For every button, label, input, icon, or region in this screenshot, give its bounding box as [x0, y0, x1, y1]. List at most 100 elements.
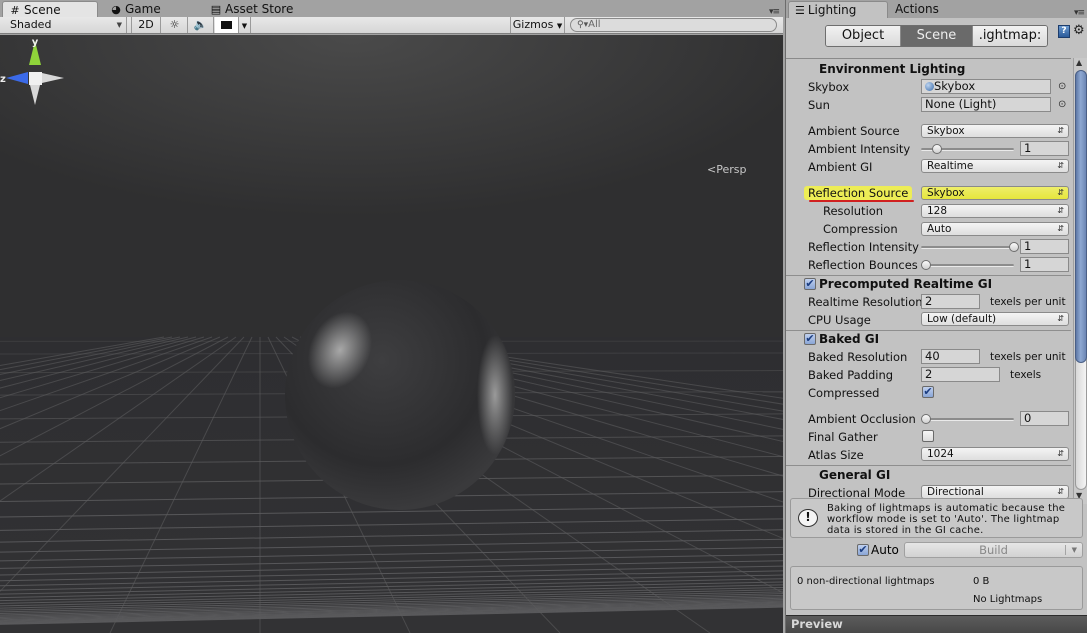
- divider: [786, 275, 1071, 276]
- help-book-icon[interactable]: ?: [1058, 25, 1070, 38]
- updown-arrows-icon: ⇵: [1057, 487, 1064, 496]
- compression-dropdown[interactable]: Auto ⇵: [921, 222, 1069, 236]
- final-gather-checkbox[interactable]: [922, 430, 934, 442]
- slider-thumb[interactable]: [921, 260, 931, 270]
- lighting-body: Object Scene .ightmap: ? ⚙ Environment L…: [786, 18, 1087, 633]
- resolution-dropdown[interactable]: 128 ⇵: [921, 204, 1069, 218]
- effects-toggle-button[interactable]: [215, 17, 239, 33]
- sun-icon: ☼: [169, 18, 180, 31]
- lightmaps-summary: 0 non-directional lightmaps 0 B No Light…: [790, 566, 1083, 610]
- shopping-bag-icon: ▤: [210, 3, 222, 16]
- perspective-icon: <: [707, 163, 717, 176]
- reflection-source-dropdown[interactable]: Skybox ⇵: [921, 186, 1069, 200]
- cpu-usage-row: CPU Usage Low (default) ⇵: [786, 311, 1071, 329]
- orientation-gizmo[interactable]: y z: [0, 35, 70, 115]
- ambient-occlusion-row: Ambient Occlusion 0: [786, 410, 1071, 428]
- neg-x-axis-cone[interactable]: [42, 73, 64, 83]
- effects-dropdown[interactable]: ▼: [239, 17, 251, 33]
- ambient-occlusion-input[interactable]: 0: [1020, 411, 1069, 426]
- gear-icon[interactable]: ⚙: [1073, 23, 1085, 38]
- atlas-size-row: Atlas Size 1024 ⇵: [786, 446, 1071, 464]
- directional-mode-dropdown[interactable]: Directional ⇵: [921, 485, 1069, 499]
- center-cube[interactable]: [29, 72, 42, 85]
- baked-padding-input[interactable]: 2: [921, 367, 1000, 382]
- atlas-size-dropdown[interactable]: 1024 ⇵: [921, 447, 1069, 461]
- ambient-intensity-input[interactable]: 1: [1020, 141, 1069, 156]
- reflection-bounces-slider[interactable]: [921, 264, 1014, 267]
- info-helpbox: ! Baking of lightmaps is automatic becau…: [790, 498, 1083, 538]
- lightmap-count: 0 non-directional lightmaps: [797, 576, 935, 587]
- neg-y-axis-cone[interactable]: [30, 85, 40, 105]
- lighting-window: ☰ Lighting Actions ▾≡ Object Scene .ightm…: [785, 0, 1087, 633]
- audio-toggle-button[interactable]: 🔈: [188, 17, 214, 33]
- panel-menu-icon[interactable]: ▾≡: [769, 7, 780, 17]
- reflection-bounces-input[interactable]: 1: [1020, 257, 1069, 272]
- scroll-thumb[interactable]: [1075, 70, 1087, 363]
- object-picker-icon[interactable]: ⊙: [1058, 99, 1066, 110]
- precomputed-gi-checkbox[interactable]: ✔: [804, 278, 816, 290]
- lighting-toggle-button[interactable]: ☼: [162, 17, 188, 33]
- preview-header[interactable]: Preview: [786, 615, 1087, 633]
- precomputed-gi-header: Precomputed Realtime GI: [819, 277, 993, 291]
- slider-thumb[interactable]: [932, 144, 942, 154]
- segment-scene[interactable]: Scene: [901, 26, 973, 46]
- 2d-toggle-button[interactable]: 2D: [131, 17, 161, 33]
- auto-checkbox[interactable]: ✔: [857, 544, 869, 556]
- skybox-field[interactable]: Skybox: [921, 79, 1051, 94]
- scene-viewport[interactable]: y z <Persp: [0, 35, 783, 633]
- divider: [786, 330, 1071, 331]
- info-message: Baking of lightmaps is automatic because…: [827, 503, 1066, 536]
- divider: [1065, 545, 1066, 555]
- scene-toolbar: Shaded ▼ 2D ☼ 🔈 ▼ Gizmos ▼ ⚲▾All: [0, 17, 783, 34]
- realtime-resolution-input[interactable]: 2: [921, 294, 980, 309]
- ambient-source-dropdown[interactable]: Skybox ⇵: [921, 124, 1069, 138]
- slider-thumb[interactable]: [921, 414, 931, 424]
- chevron-down-icon: ▼: [116, 21, 122, 29]
- ambient-intensity-row: Ambient Intensity 1: [786, 140, 1071, 158]
- reflection-intensity-input[interactable]: 1: [1020, 239, 1069, 254]
- realtime-resolution-row: Realtime Resolution 2 texels per unit: [808, 294, 1066, 309]
- compressed-checkbox[interactable]: ✔: [922, 386, 934, 398]
- material-sphere-icon: [925, 82, 934, 91]
- tab-game[interactable]: ◕ Game: [104, 1, 167, 17]
- projection-toggle[interactable]: <Persp: [707, 163, 746, 176]
- scene-render: [0, 35, 783, 633]
- pacman-icon: ◕: [111, 3, 121, 16]
- cpu-usage-dropdown[interactable]: Low (default) ⇵: [921, 312, 1069, 326]
- scene-window: # Scene ◕ Game ▤ Asset Store ▾≡ Shaded ▼ 2D…: [0, 0, 783, 633]
- sun-field[interactable]: None (Light): [921, 97, 1051, 112]
- baked-resolution-input[interactable]: 40: [921, 349, 980, 364]
- tab-scene[interactable]: # Scene: [2, 1, 98, 17]
- ambient-gi-dropdown[interactable]: Realtime ⇵: [921, 159, 1069, 173]
- mode-segmented-control: Object Scene .ightmap:: [825, 25, 1048, 47]
- segment-lightmaps[interactable]: .ightmap:: [973, 26, 1047, 46]
- slider-thumb[interactable]: [1009, 242, 1019, 252]
- final-gather-row: Final Gather: [786, 428, 1071, 446]
- auto-label: Auto: [871, 543, 899, 557]
- updown-arrows-icon: ⇵: [1057, 206, 1064, 215]
- draw-mode-dropdown[interactable]: Shaded ▼: [0, 17, 127, 33]
- tab-actions[interactable]: Actions: [889, 1, 945, 18]
- properties-scrollbar[interactable]: ▲ ▼: [1073, 58, 1087, 504]
- scene-search-input[interactable]: ⚲▾All: [570, 18, 777, 32]
- build-button[interactable]: Build ▼: [904, 542, 1083, 558]
- gizmos-dropdown[interactable]: Gizmos ▼: [510, 17, 565, 33]
- updown-arrows-icon: ⇵: [1057, 126, 1064, 135]
- chevron-down-icon[interactable]: ▼: [1072, 543, 1077, 557]
- ambient-gi-row: Ambient GI Realtime ⇵: [786, 158, 1071, 176]
- reflection-intensity-slider[interactable]: [921, 246, 1014, 249]
- divider: [786, 465, 1071, 466]
- z-axis-cone[interactable]: [6, 72, 28, 84]
- general-gi-header: General GI: [819, 468, 891, 482]
- updown-arrows-icon: ⇵: [1057, 188, 1064, 197]
- tab-lighting[interactable]: ☰ Lighting: [788, 1, 888, 18]
- object-picker-icon[interactable]: ⊙: [1058, 81, 1066, 92]
- compressed-row: Compressed ✔: [808, 385, 934, 400]
- panel-menu-icon[interactable]: ▾≡: [1074, 8, 1085, 18]
- scroll-up-icon[interactable]: ▲: [1076, 58, 1082, 67]
- tab-asset-store[interactable]: ▤ Asset Store: [204, 1, 299, 17]
- baked-gi-checkbox[interactable]: ✔: [804, 333, 816, 345]
- segment-object[interactable]: Object: [826, 26, 901, 46]
- y-axis-label: y: [32, 37, 39, 48]
- ambient-occlusion-slider[interactable]: [921, 418, 1014, 421]
